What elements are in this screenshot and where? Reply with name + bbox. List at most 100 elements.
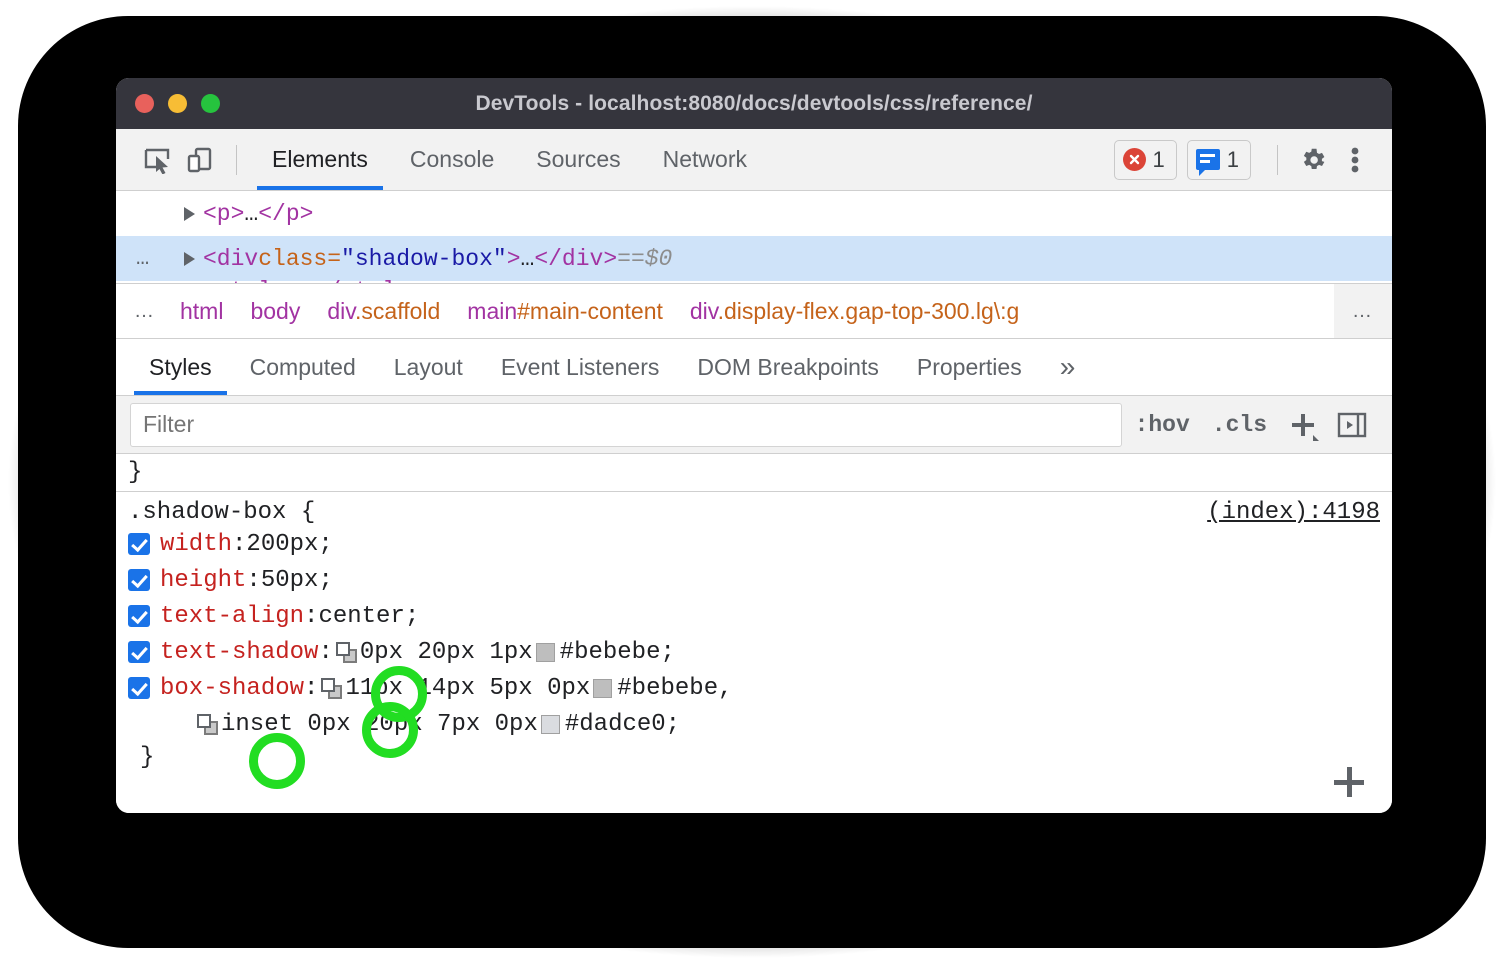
close-window-button[interactable] [135, 94, 154, 113]
tab-layout[interactable]: Layout [375, 339, 482, 395]
minimize-window-button[interactable] [168, 94, 187, 113]
dom-tree-row-p[interactable]: <p> … </p> [116, 191, 1392, 236]
css-property-value[interactable]: 50px; [261, 567, 333, 594]
css-colon: : [232, 531, 246, 558]
tab-sources[interactable]: Sources [515, 129, 641, 190]
add-property-button[interactable] [1334, 767, 1364, 797]
css-property-name[interactable]: text-align [160, 603, 304, 630]
tab-dom-breakpoints[interactable]: DOM Breakpoints [678, 339, 898, 395]
dom-attr-equals: = [327, 246, 341, 272]
shadow-editor-icon[interactable] [196, 713, 219, 736]
shadow-editor-icon[interactable] [335, 641, 358, 664]
css-colon: : [318, 639, 332, 666]
breadcrumb-item-main-content[interactable]: main#main-content [467, 298, 663, 325]
message-icon [1196, 149, 1220, 170]
toggle-sidebar-icon[interactable] [1330, 409, 1374, 441]
tab-properties[interactable]: Properties [898, 339, 1041, 395]
tab-layout-label: Layout [394, 354, 463, 381]
css-color-value[interactable]: #bebebe; [560, 639, 675, 666]
gear-icon[interactable] [1292, 140, 1334, 180]
css-declaration-box-shadow[interactable]: box-shadow: 11px 14px 5px 0px #bebebe, [128, 670, 1392, 706]
color-swatch[interactable] [536, 643, 555, 662]
dom-tag-close: </p> [258, 201, 313, 227]
error-count-badge[interactable]: 1 [1114, 140, 1177, 180]
tab-console[interactable]: Console [389, 129, 515, 190]
breadcrumb-suffix: .display-flex.gap-top-300.lg\:g [718, 298, 1020, 324]
error-icon [1123, 148, 1146, 171]
css-property-value[interactable]: 11px 14px 5px 0px [345, 675, 590, 702]
css-declaration-box-shadow-continuation[interactable]: inset 0px 20px 7px 0px #dadce0; [128, 706, 1392, 742]
tabs-overflow-chevron-icon[interactable]: » [1041, 339, 1095, 395]
cls-classes-button[interactable]: .cls [1203, 412, 1276, 438]
tab-styles[interactable]: Styles [130, 339, 231, 395]
declaration-enable-checkbox[interactable] [128, 533, 150, 555]
dom-tree-row-shadow-box[interactable]: … <div class = "shadow-box" > … </div> =… [116, 236, 1392, 281]
declaration-enable-checkbox[interactable] [128, 677, 150, 699]
breadcrumb-trailing-overflow[interactable]: … [1334, 284, 1392, 338]
hov-state-button[interactable]: :hov [1126, 412, 1199, 438]
css-declaration-text-align[interactable]: text-align: center; [128, 598, 1392, 634]
inspect-cursor-icon[interactable] [136, 140, 178, 180]
breadcrumb-item-div-display-flex[interactable]: div.display-flex.gap-top-300.lg\:g [690, 298, 1019, 325]
zoom-window-button[interactable] [201, 94, 220, 113]
css-property-name[interactable]: height [160, 567, 246, 594]
styles-pane-tabs: Styles Computed Layout Event Listeners D… [116, 339, 1392, 396]
tab-console-label: Console [410, 146, 494, 173]
css-declaration-text-shadow[interactable]: text-shadow: 0px 20px 1px #bebebe; [128, 634, 1392, 670]
plus-icon[interactable] [1280, 408, 1326, 442]
css-declaration-height[interactable]: height: 50px; [128, 562, 1392, 598]
devtools-main-toolbar: Elements Console Sources Network 1 1 [116, 129, 1392, 191]
css-property-value[interactable]: center; [318, 603, 419, 630]
breadcrumb-tag: main [467, 298, 517, 324]
declaration-enable-checkbox[interactable] [128, 605, 150, 627]
tab-network[interactable]: Network [642, 129, 768, 190]
window-title: DevTools - localhost:8080/docs/devtools/… [116, 92, 1392, 116]
window-traffic-lights [116, 94, 220, 113]
breadcrumb-item-body[interactable]: body [250, 298, 300, 325]
dom-attr-name[interactable]: class [258, 246, 327, 272]
css-property-name[interactable]: text-shadow [160, 639, 318, 666]
color-swatch[interactable] [541, 715, 560, 734]
dom-ellipsis-content: … [521, 246, 535, 272]
css-property-value[interactable]: 200px; [246, 531, 332, 558]
color-swatch[interactable] [593, 679, 612, 698]
previous-rule-close-brace: } [116, 454, 1392, 492]
declaration-enable-checkbox[interactable] [128, 641, 150, 663]
css-property-name[interactable]: box-shadow [160, 675, 304, 702]
toolbar-right-group: 1 1 [1114, 140, 1377, 180]
tab-elements-label: Elements [272, 146, 368, 173]
tab-elements[interactable]: Elements [251, 129, 389, 190]
css-property-value[interactable]: 0px 20px 1px [360, 639, 533, 666]
tab-network-label: Network [663, 146, 747, 173]
declaration-enable-checkbox[interactable] [128, 569, 150, 591]
breadcrumb-item-html[interactable]: html [180, 298, 223, 325]
breadcrumb-leading-overflow[interactable]: … [134, 300, 156, 323]
css-property-value[interactable]: inset 0px 20px 7px 0px [221, 711, 538, 738]
shadow-editor-icon[interactable] [320, 677, 343, 700]
error-count-label: 1 [1153, 147, 1165, 173]
expand-caret-icon[interactable] [184, 207, 195, 221]
dom-selected-eq: == [617, 246, 645, 272]
breadcrumb: … html body div.scaffold main#main-conte… [116, 284, 1392, 339]
expand-caret-icon[interactable] [184, 252, 195, 266]
tab-computed-label: Computed [250, 354, 356, 381]
css-selector[interactable]: .shadow-box { [128, 499, 315, 526]
css-rule-origin-link[interactable]: (index):4198 [1207, 499, 1380, 526]
css-rule-shadow-box: .shadow-box { (index):4198 width: 200px;… [116, 492, 1392, 771]
css-color-value[interactable]: #bebebe, [617, 675, 732, 702]
tab-properties-label: Properties [917, 354, 1022, 381]
tab-computed[interactable]: Computed [231, 339, 375, 395]
device-toggle-icon[interactable] [178, 140, 220, 180]
tab-styles-label: Styles [149, 354, 212, 381]
filter-input[interactable] [130, 403, 1122, 447]
css-color-value[interactable]: #dadce0; [565, 711, 680, 738]
tab-dom-breakpoints-label: DOM Breakpoints [697, 354, 879, 381]
tab-event-listeners[interactable]: Event Listeners [482, 339, 679, 395]
breadcrumb-item-div-scaffold[interactable]: div.scaffold [327, 298, 440, 325]
dom-attr-value[interactable]: "shadow-box" [341, 246, 507, 272]
css-property-name[interactable]: width [160, 531, 232, 558]
css-declaration-width[interactable]: width: 200px; [128, 526, 1392, 562]
message-count-badge[interactable]: 1 [1187, 140, 1251, 180]
toolbar-divider-right [1277, 145, 1278, 175]
kebab-menu-icon[interactable] [1334, 140, 1376, 180]
